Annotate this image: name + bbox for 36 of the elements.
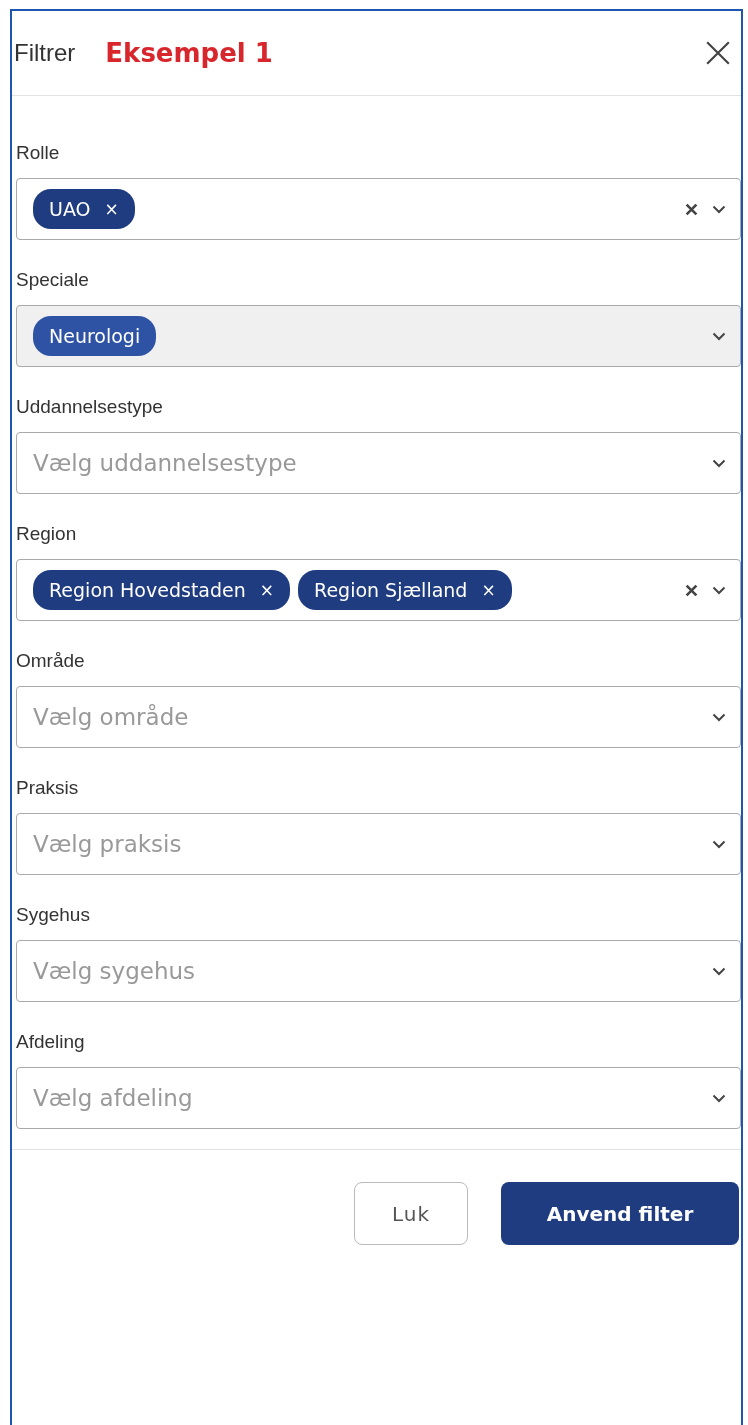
placeholder-text: Vælg praksis <box>33 831 182 857</box>
selected-tag[interactable]: Region Sjælland × <box>298 570 512 610</box>
select-field[interactable]: Region Hovedstaden × Region Sjælland × <box>16 559 741 621</box>
close-icon <box>705 40 731 66</box>
placeholder-text: Vælg uddannelsestype <box>33 450 297 476</box>
placeholder-text: Vælg afdeling <box>33 1085 193 1111</box>
chevron-down-icon[interactable] <box>712 712 726 722</box>
selected-tag[interactable]: UAO × <box>33 189 135 229</box>
chevron-down-icon[interactable] <box>712 585 726 595</box>
field-label: Speciale <box>16 268 90 292</box>
field-label: Område <box>16 649 86 673</box>
chevron-down-icon[interactable] <box>712 839 726 849</box>
placeholder-text: Vælg sygehus <box>33 958 196 984</box>
close-dialog-button[interactable]: Luk <box>354 1182 468 1245</box>
remove-tag-button[interactable]: × <box>259 580 275 600</box>
chevron-down-icon[interactable] <box>712 1093 726 1103</box>
chevron-down-icon[interactable] <box>712 204 726 214</box>
field-label: Region <box>16 522 78 546</box>
field-label: Rolle <box>16 141 61 165</box>
field-label: Afdeling <box>16 1030 86 1054</box>
field-label: Praksis <box>16 776 80 800</box>
remove-tag-button[interactable]: × <box>481 580 496 600</box>
apply-filter-button[interactable]: Anvend filter <box>501 1182 739 1245</box>
chevron-down-icon[interactable] <box>712 458 726 468</box>
field-label: Sygehus <box>16 903 91 927</box>
field-label: Uddannelsestype <box>16 395 164 419</box>
panel-title: Filtrer <box>14 39 76 67</box>
placeholder-text: Vælg område <box>33 704 189 730</box>
chevron-down-icon[interactable] <box>712 966 726 976</box>
example-label: Eksempel 1 <box>105 38 273 68</box>
clear-icon[interactable] <box>685 202 698 216</box>
remove-tag-button[interactable]: × <box>104 199 119 219</box>
clear-icon[interactable] <box>685 583 698 597</box>
selected-tag[interactable]: Region Hovedstaden × <box>33 570 291 610</box>
select-field[interactable]: UAO × <box>16 178 741 240</box>
close-button[interactable] <box>705 40 731 66</box>
